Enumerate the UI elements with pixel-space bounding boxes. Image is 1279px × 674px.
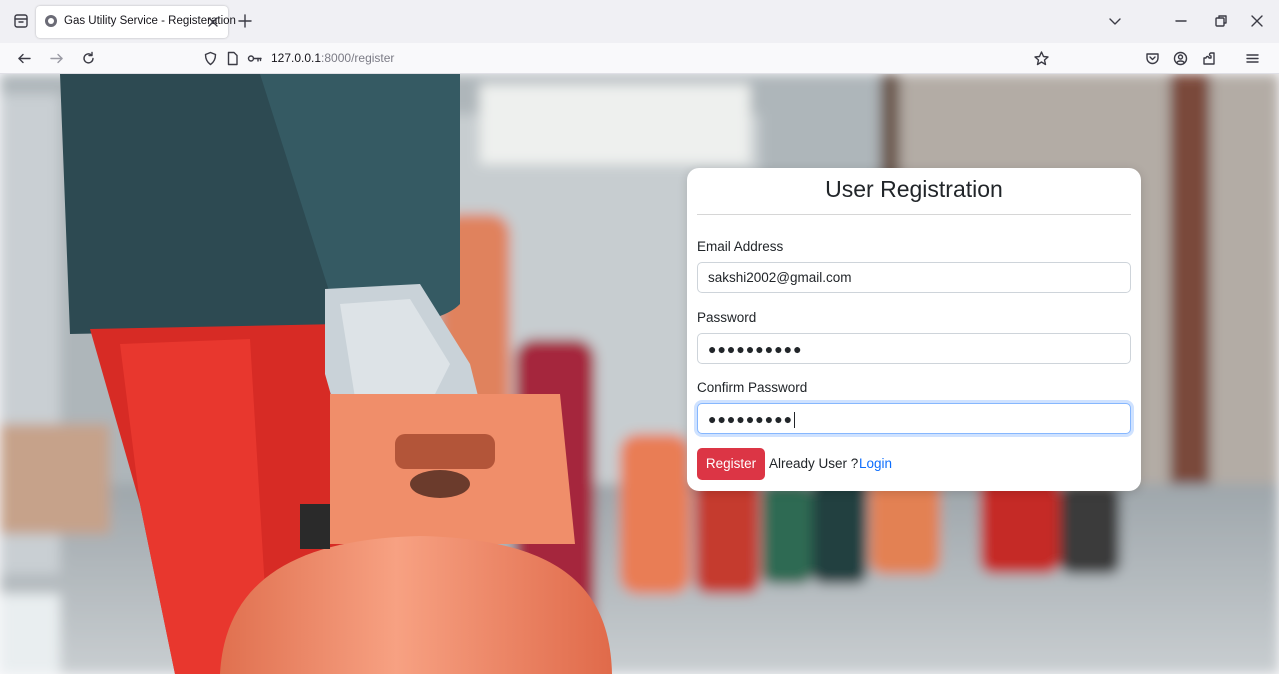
browser-tab[interactable]: Gas Utility Service - Registeration — [36, 6, 236, 38]
password-field[interactable]: ●●●●●●●●●● — [697, 333, 1131, 364]
already-user-text: Already User ? — [769, 456, 859, 471]
menu-hamburger-icon[interactable] — [1244, 50, 1261, 67]
browser-nav-bar: 127.0.0.1:8000/register — [0, 43, 1279, 74]
title-divider — [697, 214, 1131, 215]
restore-window-icon[interactable] — [1212, 12, 1230, 30]
extensions-icon[interactable] — [1200, 50, 1217, 67]
list-all-tabs-chevron-icon[interactable] — [1106, 12, 1124, 30]
pocket-icon[interactable] — [1144, 50, 1161, 67]
bookmark-star-icon[interactable] — [1033, 50, 1050, 67]
new-tab-icon[interactable] — [236, 12, 254, 30]
page-viewport: User Registration Email Address sakshi20… — [0, 74, 1279, 674]
account-icon[interactable] — [1172, 50, 1189, 67]
password-mask: ●●●●●●●●●● — [708, 341, 803, 357]
page-info-icon[interactable] — [224, 50, 241, 67]
tab-list-icon[interactable] — [12, 12, 30, 30]
forward-arrow-icon[interactable] — [48, 50, 65, 67]
url-path: :8000/register — [321, 51, 395, 65]
close-window-icon[interactable] — [1248, 12, 1266, 30]
confirm-password-mask: ●●●●●●●●● — [708, 411, 794, 427]
text-caret — [794, 412, 796, 429]
confirm-password-label: Confirm Password — [697, 380, 808, 395]
email-value: sakshi2002@gmail.com — [708, 270, 852, 285]
password-label: Password — [697, 310, 757, 325]
browser-tab-bar: Gas Utility Service - Registeration — [0, 0, 1279, 43]
back-arrow-icon[interactable] — [16, 50, 33, 67]
confirm-password-field[interactable]: ●●●●●●●●● — [697, 403, 1131, 434]
reload-icon[interactable] — [80, 50, 97, 67]
minimize-window-icon[interactable] — [1172, 12, 1190, 30]
login-link[interactable]: Login — [859, 456, 892, 471]
shield-icon[interactable] — [202, 50, 219, 67]
page-favicon-icon — [44, 14, 58, 28]
key-permission-icon[interactable] — [246, 50, 263, 67]
registration-title: User Registration — [825, 176, 1003, 202]
url-host: 127.0.0.1 — [271, 51, 322, 65]
registration-card: User Registration Email Address sakshi20… — [687, 168, 1141, 491]
close-tab-icon[interactable] — [206, 15, 220, 29]
register-button[interactable]: Register — [697, 448, 765, 480]
url-field[interactable]: 127.0.0.1:8000/register — [271, 51, 394, 65]
email-label: Email Address — [697, 239, 784, 254]
email-field[interactable]: sakshi2002@gmail.com — [697, 262, 1131, 293]
